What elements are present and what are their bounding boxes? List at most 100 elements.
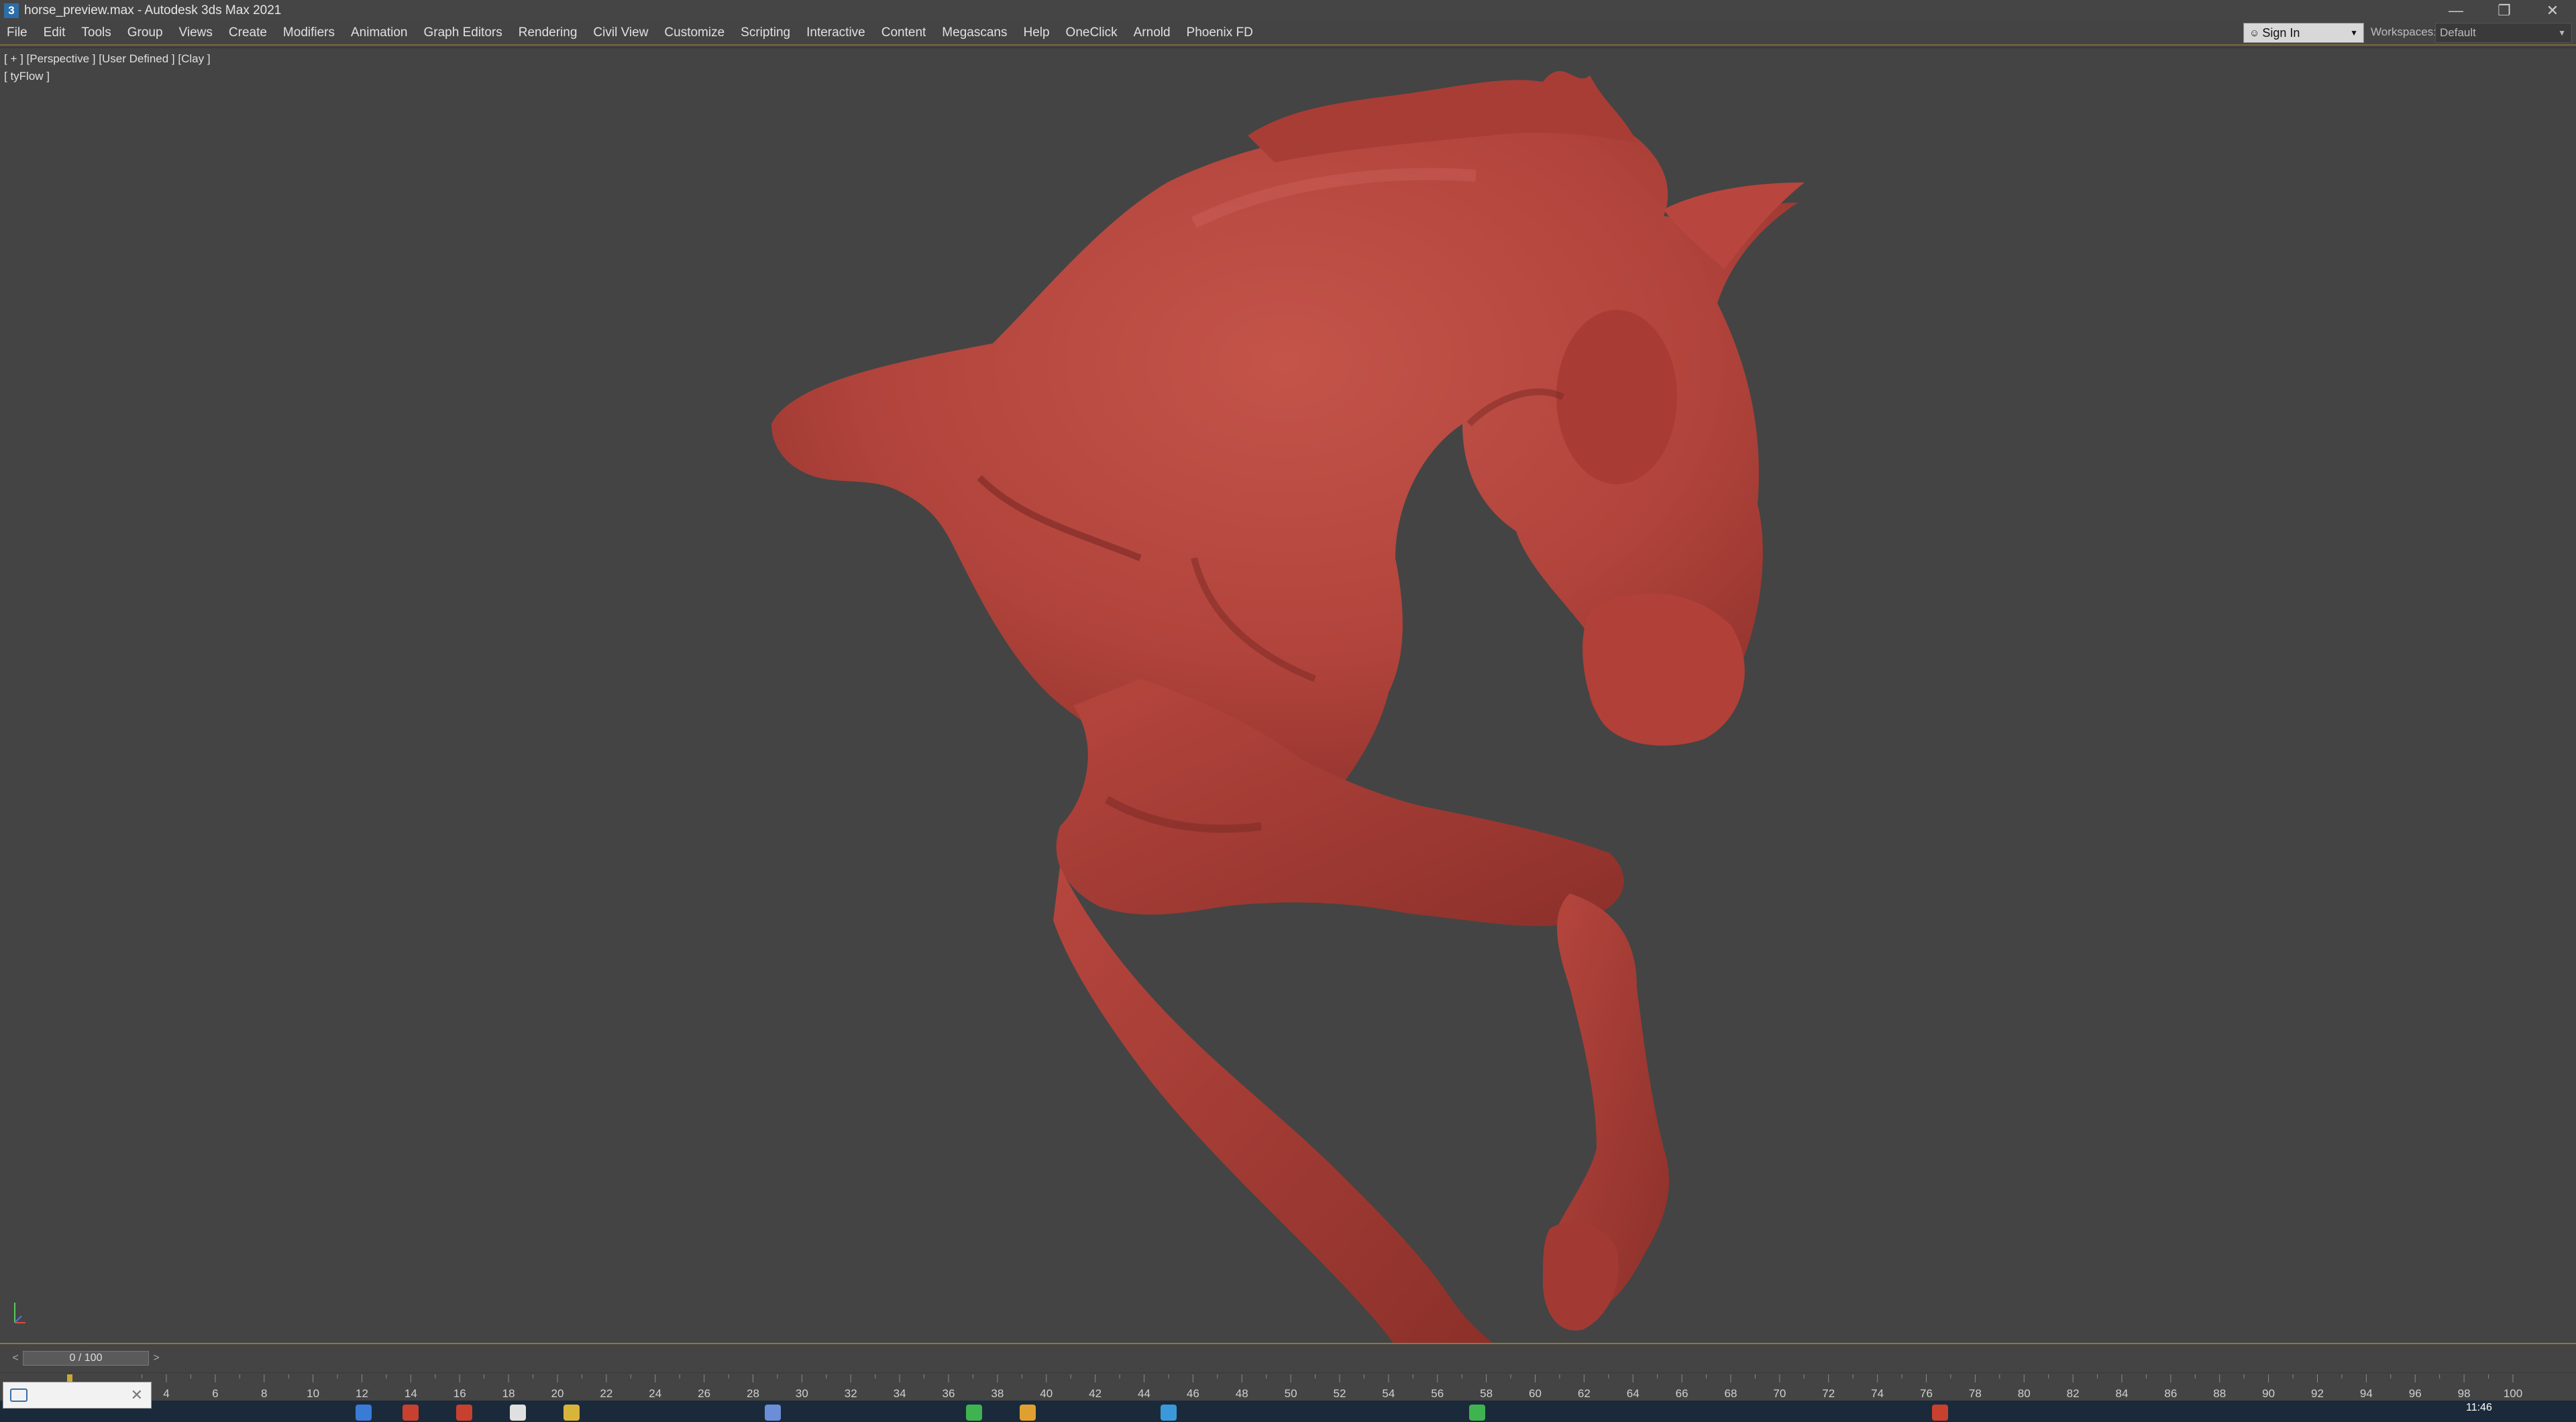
track-tick-label: 62	[1578, 1387, 1591, 1400]
track-tick-label: 34	[894, 1387, 906, 1400]
track-tick-label: 32	[845, 1387, 857, 1400]
menu-modifiers[interactable]: Modifiers	[275, 21, 343, 45]
track-tick-label: 22	[600, 1387, 612, 1400]
taskbar-app-icon[interactable]	[510, 1405, 526, 1421]
menu-graph-editors[interactable]: Graph Editors	[416, 21, 511, 45]
track-tick-label: 94	[2360, 1387, 2373, 1400]
time-slider-next-button[interactable]: >	[149, 1351, 164, 1366]
time-slider-thumb[interactable]: 0 / 100	[23, 1351, 149, 1366]
track-tick-label: 44	[1138, 1387, 1150, 1400]
horse-sculpt-model[interactable]	[0, 48, 2576, 1344]
taskbar-app-icon-active[interactable]	[1161, 1405, 1177, 1421]
taskbar-app-icon[interactable]	[1020, 1405, 1036, 1421]
track-tick-label: 30	[796, 1387, 808, 1400]
track-tick-label: 68	[1725, 1387, 1737, 1400]
menu-customize[interactable]: Customize	[656, 21, 733, 45]
menu-file[interactable]: File	[0, 21, 36, 45]
menu-views[interactable]: Views	[171, 21, 221, 45]
taskbar-app-icon[interactable]	[765, 1405, 781, 1421]
taskbar-app-icon[interactable]	[402, 1405, 419, 1421]
track-tick-label: 96	[2409, 1387, 2422, 1400]
taskbar-clock[interactable]: 11:46	[2466, 1402, 2492, 1414]
track-tick-label: 100	[2504, 1387, 2522, 1400]
axis-tripod-icon	[14, 1303, 25, 1323]
track-tick-label: 98	[2458, 1387, 2471, 1400]
taskbar-app-icon[interactable]	[356, 1405, 372, 1421]
minimize-icon[interactable]: —	[2432, 0, 2479, 21]
windows-taskbar	[0, 1401, 2576, 1422]
chevron-down-icon: ▼	[2558, 28, 2566, 38]
track-tick-label: 66	[1676, 1387, 1688, 1400]
menu-group[interactable]: Group	[119, 21, 171, 45]
chevron-down-icon: ▼	[2350, 28, 2358, 38]
track-tick-label: 46	[1187, 1387, 1199, 1400]
close-icon[interactable]: ✕	[131, 1386, 143, 1404]
menu-bar: File Edit Tools Group Views Create Modif…	[0, 21, 2576, 46]
track-tick-label: 70	[1773, 1387, 1786, 1400]
workspaces-select[interactable]: Default ▼	[2435, 23, 2572, 43]
workspaces-value: Default	[2440, 26, 2476, 39]
menu-rendering[interactable]: Rendering	[511, 21, 586, 45]
track-tick-label: 60	[1529, 1387, 1542, 1400]
track-tick-label: 48	[1236, 1387, 1248, 1400]
taskbar-app-icon[interactable]	[456, 1405, 472, 1421]
taskbar-app-icon[interactable]	[1932, 1405, 1948, 1421]
track-tick-label: 4	[163, 1387, 169, 1400]
track-tick-label: 72	[1822, 1387, 1835, 1400]
track-tick-label: 20	[551, 1387, 564, 1400]
track-tick-label: 76	[1920, 1387, 1933, 1400]
track-tick-label: 80	[2018, 1387, 2031, 1400]
sign-in-dropdown[interactable]: ☺ Sign In ▼	[2243, 23, 2364, 43]
track-tick-label: 10	[307, 1387, 319, 1400]
menu-megascans[interactable]: Megascans	[934, 21, 1015, 45]
track-tick-label: 74	[1871, 1387, 1884, 1400]
menu-phoenix-fd[interactable]: Phoenix FD	[1179, 21, 1261, 45]
workspaces-label: Workspaces:	[2371, 25, 2436, 38]
app-logo-icon[interactable]: 3	[4, 3, 19, 18]
track-tick-label: 86	[2164, 1387, 2177, 1400]
menu-scripting[interactable]: Scripting	[733, 21, 798, 45]
track-tick-label: 88	[2213, 1387, 2226, 1400]
track-tick-label: 58	[1480, 1387, 1493, 1400]
menu-civil-view[interactable]: Civil View	[585, 21, 656, 45]
track-tick-label: 84	[2116, 1387, 2129, 1400]
time-slider-prev-button[interactable]: <	[8, 1351, 23, 1366]
track-bar-ticks: 4 6 8 10 12 14 16 18 20 22 24 26 28 30 32 34 36 38 40 42 44 4…	[67, 1374, 2522, 1400]
track-tick-label: 38	[991, 1387, 1004, 1400]
taskbar-app-icon[interactable]	[1469, 1405, 1485, 1421]
taskbar-app-icon[interactable]	[966, 1405, 982, 1421]
track-tick-label: 28	[747, 1387, 759, 1400]
track-tick-label: 8	[261, 1387, 267, 1400]
sign-in-label: Sign In	[2262, 25, 2300, 40]
viewport-label-menu[interactable]: [ + ] [Perspective ] [User Defined ] [Cl…	[4, 52, 211, 66]
track-tick-label: 14	[405, 1387, 417, 1400]
perspective-viewport[interactable]: [ + ] [Perspective ] [User Defined ] [Cl…	[0, 47, 2576, 1344]
user-icon: ☺	[2249, 27, 2260, 39]
menu-interactive[interactable]: Interactive	[798, 21, 873, 45]
track-tick-label: 24	[649, 1387, 661, 1400]
track-tick-label: 82	[2067, 1387, 2080, 1400]
track-tick-label: 78	[1969, 1387, 1982, 1400]
close-icon[interactable]: ✕	[2529, 0, 2576, 21]
track-tick-label: 26	[698, 1387, 710, 1400]
menu-oneclick[interactable]: OneClick	[1058, 21, 1126, 45]
taskbar-thumbnail-preview[interactable]: ✕	[3, 1382, 152, 1409]
menu-tools[interactable]: Tools	[73, 21, 119, 45]
track-tick-label: 56	[1431, 1387, 1444, 1400]
taskbar-app-icon[interactable]	[564, 1405, 580, 1421]
track-tick-label: 40	[1040, 1387, 1053, 1400]
track-bar[interactable]: 4 6 8 10 12 14 16 18 20 22 24 26 28 30 32 34 36 38 40 42 44 4…	[0, 1372, 2576, 1401]
menu-help[interactable]: Help	[1015, 21, 1057, 45]
tyflow-label[interactable]: [ tyFlow ]	[4, 70, 50, 83]
track-tick-label: 52	[1334, 1387, 1346, 1400]
app-window-icon	[10, 1388, 28, 1402]
time-slider[interactable]: < 0 / 100 >	[0, 1346, 2576, 1372]
menu-content[interactable]: Content	[873, 21, 934, 45]
menu-create[interactable]: Create	[221, 21, 275, 45]
menu-animation[interactable]: Animation	[343, 21, 416, 45]
restore-icon[interactable]: ❐	[2481, 0, 2528, 21]
menu-edit[interactable]: Edit	[36, 21, 74, 45]
track-tick-label: 64	[1627, 1387, 1640, 1400]
track-tick-label: 12	[356, 1387, 368, 1400]
menu-arnold[interactable]: Arnold	[1126, 21, 1179, 45]
